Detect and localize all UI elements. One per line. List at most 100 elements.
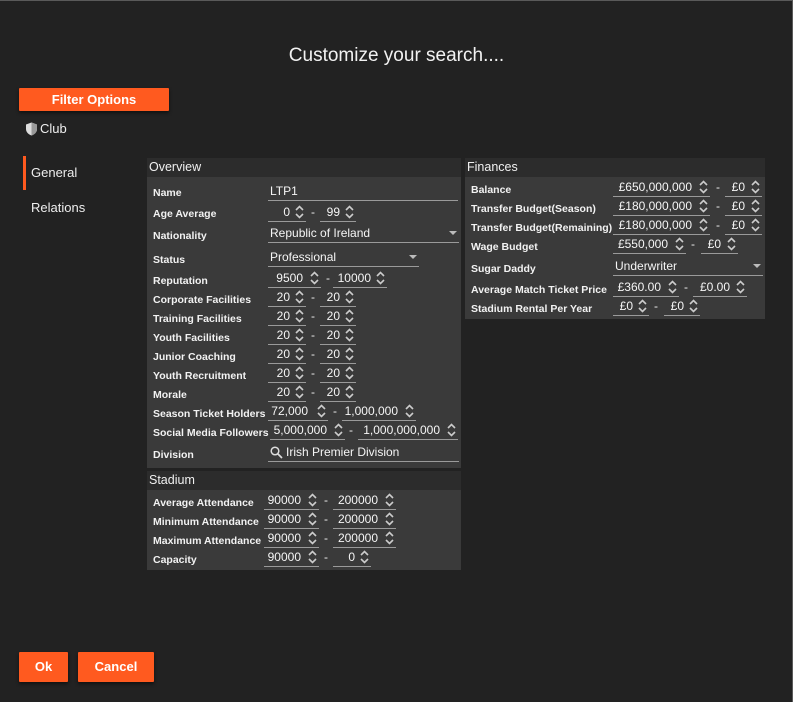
- morale-min-stepper[interactable]: 20: [268, 383, 306, 402]
- spin-arrows-icon[interactable]: [344, 328, 355, 342]
- spin-arrows-icon[interactable]: [307, 550, 318, 564]
- balance-min-stepper[interactable]: £650,000,000: [613, 178, 710, 197]
- capacity-max-stepper[interactable]: 0: [333, 548, 371, 567]
- recruitment-max-stepper[interactable]: 20: [320, 364, 356, 383]
- spin-arrows-icon[interactable]: [309, 271, 320, 285]
- spin-arrows-icon[interactable]: [750, 199, 761, 213]
- corporate-max-stepper[interactable]: 20: [320, 288, 356, 307]
- status-dropdown[interactable]: Professional: [268, 248, 419, 267]
- youth-max-stepper[interactable]: 20: [320, 326, 356, 345]
- spin-arrows-icon[interactable]: [294, 347, 305, 361]
- filter-options-button[interactable]: Filter Options: [19, 88, 169, 111]
- spin-arrows-icon[interactable]: [726, 237, 737, 251]
- spin-arrows-icon[interactable]: [307, 493, 318, 507]
- spin-arrows-icon[interactable]: [698, 180, 709, 194]
- spin-arrows-icon[interactable]: [446, 423, 457, 437]
- season-min-stepper[interactable]: 72,000: [268, 402, 328, 421]
- spin-arrows-icon[interactable]: [688, 299, 699, 313]
- social-min-stepper[interactable]: 5,000,000: [270, 421, 345, 440]
- min-attendance-max-stepper[interactable]: 200000: [333, 510, 396, 529]
- spin-arrows-icon[interactable]: [698, 218, 709, 232]
- spin-arrows-icon[interactable]: [294, 290, 305, 304]
- spin-arrows-icon[interactable]: [698, 199, 709, 213]
- range-dash: -: [324, 531, 328, 545]
- balance-max-stepper[interactable]: £0: [725, 178, 762, 197]
- spin-arrows-icon[interactable]: [316, 404, 327, 418]
- name-input[interactable]: LTP1: [268, 182, 458, 201]
- spin-arrows-icon[interactable]: [333, 423, 344, 437]
- rental-min-stepper[interactable]: £0: [613, 297, 649, 316]
- spin-arrows-icon[interactable]: [375, 271, 386, 285]
- min-attendance-min-stepper[interactable]: 90000: [264, 510, 319, 529]
- spin-arrows-icon[interactable]: [359, 550, 370, 564]
- spin-arrows-icon[interactable]: [307, 512, 318, 526]
- spin-arrows-icon[interactable]: [344, 347, 355, 361]
- ok-button[interactable]: Ok: [19, 652, 68, 682]
- cancel-button[interactable]: Cancel: [78, 652, 154, 682]
- reputation-min-stepper[interactable]: 9500: [268, 269, 321, 288]
- youth-min-stepper[interactable]: 20: [268, 326, 306, 345]
- age-max-stepper[interactable]: 99: [320, 203, 356, 222]
- recruitment-min-stepper[interactable]: 20: [268, 364, 306, 383]
- range-dash: -: [716, 199, 720, 213]
- chevron-down-icon: [409, 255, 417, 259]
- capacity-min-stepper[interactable]: 90000: [264, 548, 319, 567]
- sugar-daddy-label: Sugar Daddy: [471, 263, 536, 275]
- range-dash: -: [311, 290, 315, 304]
- avg-attendance-min-stepper[interactable]: 90000: [264, 491, 319, 510]
- recruitment-min-value: 20: [276, 366, 290, 380]
- spin-arrows-icon[interactable]: [344, 309, 355, 323]
- spin-arrows-icon[interactable]: [344, 290, 355, 304]
- spin-arrows-icon[interactable]: [294, 309, 305, 323]
- wage-min-stepper[interactable]: £550,000: [613, 235, 686, 254]
- junior-max-stepper[interactable]: 20: [320, 345, 356, 364]
- spin-arrows-icon[interactable]: [667, 280, 678, 294]
- spin-arrows-icon[interactable]: [294, 328, 305, 342]
- spin-arrows-icon[interactable]: [384, 512, 395, 526]
- spin-arrows-icon[interactable]: [344, 385, 355, 399]
- social-max-stepper[interactable]: 1,000,000,000: [358, 421, 458, 440]
- morale-max-stepper[interactable]: 20: [320, 383, 356, 402]
- max-attendance-max-stepper[interactable]: 200000: [333, 529, 396, 548]
- wage-max-stepper[interactable]: £0: [701, 235, 738, 254]
- division-search-input[interactable]: Irish Premier Division: [268, 443, 459, 462]
- max-attendance-min-stepper[interactable]: 90000: [264, 529, 319, 548]
- training-max-stepper[interactable]: 20: [320, 307, 356, 326]
- max-attendance-min-value: 90000: [267, 531, 301, 545]
- corporate-min-stepper[interactable]: 20: [268, 288, 306, 307]
- rental-max-stepper[interactable]: £0: [664, 297, 700, 316]
- season-max-stepper[interactable]: 1,000,000: [342, 402, 416, 421]
- nationality-dropdown[interactable]: Republic of Ireland: [268, 224, 459, 243]
- ticket-min-stepper[interactable]: £360.00: [613, 278, 679, 297]
- spin-arrows-icon[interactable]: [344, 366, 355, 380]
- tb-season-max-stepper[interactable]: £0: [725, 197, 762, 216]
- spin-arrows-icon[interactable]: [750, 180, 761, 194]
- spin-arrows-icon[interactable]: [294, 385, 305, 399]
- avg-attendance-max-stepper[interactable]: 200000: [333, 491, 396, 510]
- nav-item-relations[interactable]: Relations: [23, 191, 123, 225]
- sugar-daddy-dropdown[interactable]: Underwriter: [613, 257, 763, 276]
- age-min-stepper[interactable]: 0: [268, 203, 306, 222]
- tb-remaining-max-stepper[interactable]: £0: [725, 216, 762, 235]
- spin-arrows-icon[interactable]: [294, 205, 305, 219]
- spin-arrows-icon[interactable]: [294, 366, 305, 380]
- nav-item-general[interactable]: General: [23, 156, 123, 190]
- balance-label: Balance: [471, 184, 512, 196]
- training-min-stepper[interactable]: 20: [268, 307, 306, 326]
- junior-min-stepper[interactable]: 20: [268, 345, 306, 364]
- spin-arrows-icon[interactable]: [637, 299, 648, 313]
- ticket-max-stepper[interactable]: £0.00: [693, 278, 747, 297]
- spin-arrows-icon[interactable]: [735, 280, 746, 294]
- tb-season-min-stepper[interactable]: £180,000,000: [613, 197, 710, 216]
- spin-arrows-icon[interactable]: [384, 493, 395, 507]
- spin-arrows-icon[interactable]: [750, 218, 761, 232]
- club-tab[interactable]: Club: [25, 121, 67, 136]
- spin-arrows-icon[interactable]: [344, 205, 355, 219]
- spin-arrows-icon[interactable]: [404, 404, 415, 418]
- tb-remaining-min-stepper[interactable]: £180,000,000: [613, 216, 710, 235]
- spin-arrows-icon[interactable]: [674, 237, 685, 251]
- spin-arrows-icon[interactable]: [384, 531, 395, 545]
- spin-arrows-icon[interactable]: [307, 531, 318, 545]
- name-value: LTP1: [270, 184, 298, 198]
- reputation-max-stepper[interactable]: 10000: [333, 269, 387, 288]
